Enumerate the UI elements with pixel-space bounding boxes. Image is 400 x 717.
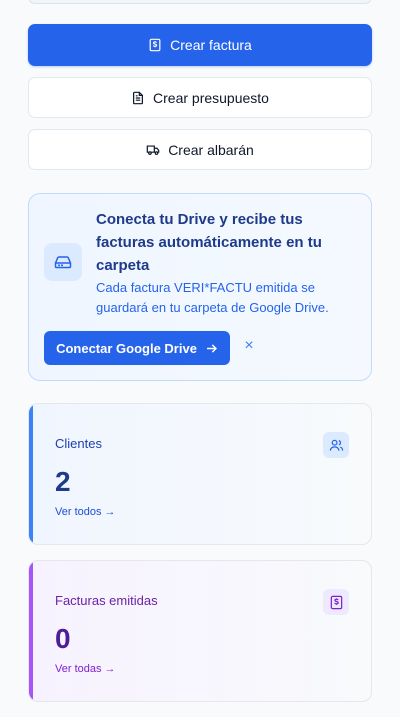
create-invoice-button[interactable]: Crear factura — [28, 24, 372, 66]
invoices-accent-bar — [29, 561, 33, 701]
drive-connect-banner: Conecta tu Drive y recibe tus facturas a… — [28, 193, 372, 381]
create-invoice-label: Crear factura — [170, 37, 252, 53]
issued-invoices-stat-card: Facturas emitidas 0 Ver todas → — [28, 560, 372, 702]
create-delivery-note-button[interactable]: Crear albarán — [28, 129, 372, 170]
clients-stat-card: Clientes 2 Ver todos → — [28, 403, 372, 545]
users-icon — [323, 432, 349, 458]
drive-banner-description: Cada factura VERI*FACTU emitida se guard… — [96, 280, 329, 315]
clients-count: 2 — [55, 466, 71, 497]
issued-invoices-label: Facturas emitidas — [55, 593, 158, 608]
clients-label: Clientes — [55, 436, 102, 451]
truck-icon — [146, 144, 160, 155]
view-all-invoices-link[interactable]: Ver todas → — [55, 663, 116, 675]
create-quote-button[interactable]: Crear presupuesto — [28, 77, 372, 118]
drive-banner-title: Conecta tu Drive y recibe tus facturas a… — [96, 211, 322, 274]
view-all-clients-link[interactable]: Ver todos → — [55, 506, 116, 518]
file-text-icon — [133, 91, 144, 104]
issued-invoices-count: 0 — [55, 623, 71, 654]
arrow-right-icon — [206, 343, 217, 353]
connect-google-drive-label: Conectar Google Drive — [56, 340, 197, 356]
create-quote-label: Crear presupuesto — [153, 89, 269, 106]
receipt-dollar-icon — [149, 38, 161, 52]
create-delivery-note-label: Crear albarán — [168, 141, 254, 158]
connect-google-drive-button[interactable]: Conectar Google Drive — [44, 331, 230, 365]
clients-accent-bar — [29, 404, 33, 544]
close-banner-button[interactable]: × — [241, 338, 257, 354]
hard-drive-icon — [44, 243, 82, 281]
previous-card-edge — [28, 0, 372, 4]
receipt-dollar-icon — [323, 589, 349, 615]
